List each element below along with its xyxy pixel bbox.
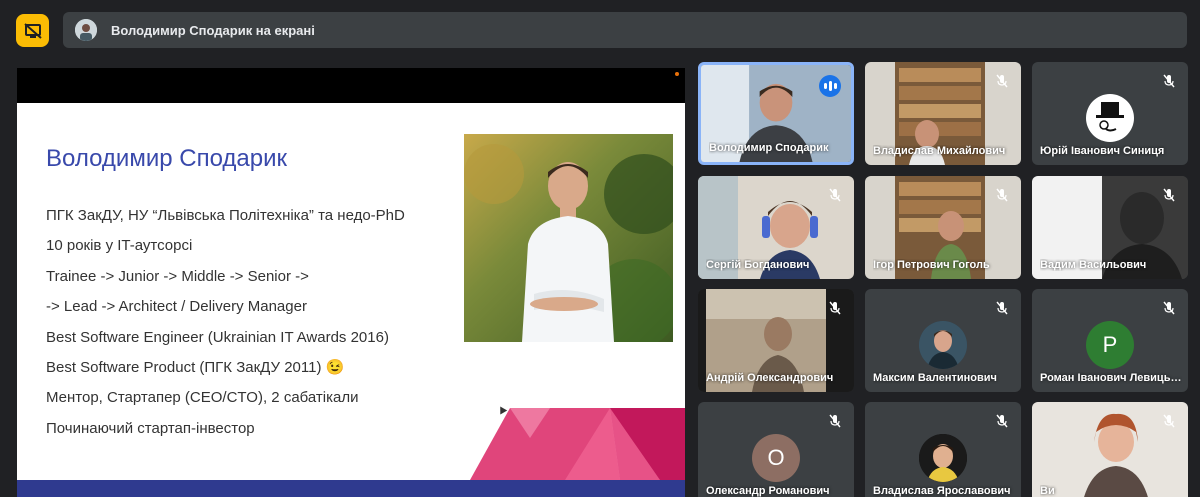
mic-off-icon (825, 185, 845, 205)
participant-name: Владислав Ярославович (873, 485, 1011, 497)
presenter-avatar (75, 19, 97, 41)
participant-tile[interactable]: Ігор Петрович Гоголь (865, 176, 1021, 279)
mic-off-icon (1159, 298, 1179, 318)
slide-title: Володимир Сподарик (46, 145, 288, 172)
participant-avatar (919, 321, 967, 369)
participant-name: Владислав Михайлович (873, 145, 1006, 157)
mic-off-icon (992, 71, 1012, 91)
avatar-initial: О (767, 445, 785, 470)
participant-avatar (919, 434, 967, 482)
mic-off-icon (1159, 71, 1179, 91)
participant-name: Юрій Іванович Синиця (1040, 145, 1165, 157)
participant-tile[interactable]: Владислав Михайлович (865, 62, 1021, 165)
mic-off-icon (825, 298, 845, 318)
participant-avatar: О (752, 434, 800, 482)
participant-tile[interactable]: Володимир Сподарик (698, 62, 854, 165)
present-toggle-button[interactable] (16, 14, 49, 47)
top-hat-icon (1096, 102, 1124, 132)
slide-line: -> Lead -> Architect / Delivery Manager (46, 298, 307, 316)
participant-avatar: P (1086, 321, 1134, 369)
slide-footer-band (17, 480, 685, 497)
slide-decoration (470, 408, 685, 480)
participant-tile[interactable]: Ви (1032, 402, 1188, 497)
participant-tile[interactable]: Сергій Богданович (698, 176, 854, 279)
mic-off-icon (1159, 185, 1179, 205)
participant-tile[interactable]: Максим Валентинович (865, 289, 1021, 392)
slide-line: 10 років у IT-аутсорсі (46, 237, 193, 255)
slide-line: Best Software Product (ПГК ЗакДУ 2011) 😉 (46, 358, 345, 376)
slide-line: Ментор, Стартапер (CEO/CTO), 2 сабатікал… (46, 389, 359, 407)
participant-tile[interactable]: Владислав Ярославович (865, 402, 1021, 497)
slide-line: Trainee -> Junior -> Middle -> Senior -> (46, 267, 309, 285)
participant-name: Ви (1040, 485, 1055, 497)
mic-off-icon (992, 411, 1012, 431)
participant-tile[interactable]: Юрій Іванович Синиця (1032, 62, 1188, 165)
participant-tile[interactable]: О Олександр Романович (698, 402, 854, 497)
participant-name: Роман Іванович Левицький (1040, 372, 1182, 384)
present-off-icon (23, 22, 42, 39)
speaker-photo (464, 134, 673, 342)
recording-dot (675, 72, 679, 76)
slide-line: ПГК ЗакДУ, НУ “Львівська Політехніка” та… (46, 207, 405, 224)
participant-name: Сергій Богданович (706, 259, 810, 271)
presenter-label: Володимир Сподарик на екрані (111, 22, 315, 38)
presenter-banner: Володимир Сподарик на екрані (63, 12, 1187, 48)
participant-avatar (1086, 94, 1134, 142)
mic-off-icon (1159, 411, 1179, 431)
shared-screen: Володимир Сподарик ПГК ЗакДУ, НУ “Львівс… (17, 68, 685, 497)
mic-off-icon (992, 298, 1012, 318)
participant-name: Вадим Васильович (1040, 259, 1147, 271)
participant-name: Ігор Петрович Гоголь (873, 259, 990, 271)
participant-name: Володимир Сподарик (709, 142, 829, 154)
mic-off-icon (992, 185, 1012, 205)
participant-tile[interactable]: Вадим Васильович (1032, 176, 1188, 279)
participant-tile[interactable]: P Роман Іванович Левицький (1032, 289, 1188, 392)
slide-line: Best Software Engineer (Ukrainian IT Awa… (46, 328, 389, 346)
participant-name: Олександр Романович (706, 485, 830, 497)
avatar-initial: P (1102, 332, 1118, 357)
participant-tile[interactable]: Андрій Олександрович (698, 289, 854, 392)
mic-off-icon (825, 411, 845, 431)
slide-line: Починаючий стартап-інвестор (46, 419, 255, 437)
presentation-slide: Володимир Сподарик ПГК ЗакДУ, НУ “Львівс… (17, 103, 685, 497)
participant-name: Максим Валентинович (873, 372, 997, 384)
speaking-indicator (819, 75, 841, 97)
participant-name: Андрій Олександрович (706, 372, 834, 384)
slide-bullets: ПГК ЗакДУ, НУ “Львівська Політехніка” та… (46, 201, 476, 444)
